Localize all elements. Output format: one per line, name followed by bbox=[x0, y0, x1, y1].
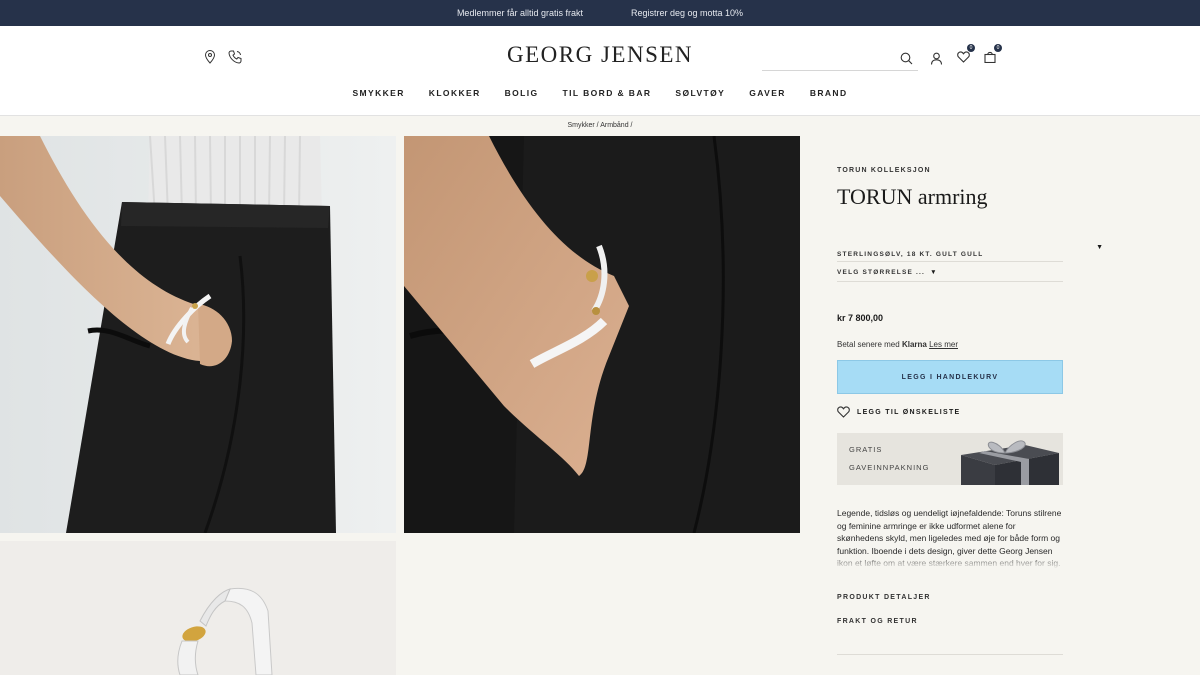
heart-icon bbox=[837, 406, 850, 418]
account-icon[interactable] bbox=[927, 49, 945, 67]
search-input[interactable] bbox=[762, 70, 918, 71]
product-image-model-closeup[interactable] bbox=[404, 136, 800, 533]
product-image-packshot[interactable] bbox=[0, 541, 396, 675]
nav-item-klokker[interactable]: KLOKKER bbox=[429, 88, 481, 98]
add-to-wishlist-button[interactable]: LEGG TIL ØNSKELISTE bbox=[837, 406, 1063, 418]
product-description: Legende, tidsløs og uendeligt iøjnefalde… bbox=[837, 508, 1063, 569]
product-title: TORUN armring bbox=[837, 184, 988, 209]
accordion-shipping-returns[interactable]: FRAKT OG RETUR bbox=[837, 618, 1063, 625]
klarna-info: Betal senere med Klarna Les mer bbox=[837, 340, 958, 349]
wishlist-icon[interactable]: 0 bbox=[954, 44, 975, 66]
product-image-model-side[interactable] bbox=[0, 136, 396, 533]
main-navigation: SMYKKER KLOKKER BOLIG TIL BORD & BAR SØL… bbox=[0, 88, 1200, 98]
nav-item-bolig[interactable]: BOLIG bbox=[505, 88, 539, 98]
brand-logo[interactable]: GEORG JENSEN bbox=[0, 42, 1200, 68]
gift-line-wrapping: GAVEINNPAKNING bbox=[849, 463, 930, 472]
size-selector[interactable]: VELG STØRRELSE ... ▼ bbox=[837, 269, 1063, 276]
gift-wrapping-banner[interactable]: GRATIS GAVEINNPAKNING bbox=[837, 433, 1063, 485]
add-to-cart-button[interactable]: LEGG I HANDLEKURV bbox=[837, 360, 1063, 394]
breadcrumb-smykker[interactable]: Smykker bbox=[567, 122, 594, 129]
nav-item-smykker[interactable]: SMYKKER bbox=[352, 88, 404, 98]
klarna-logo: Klarna bbox=[901, 340, 927, 349]
chevron-down-icon: ▼ bbox=[930, 269, 937, 276]
divider bbox=[837, 654, 1063, 655]
gift-line-free: GRATIS bbox=[849, 445, 883, 454]
accordion-product-details[interactable]: PRODUKT DETALJER bbox=[837, 594, 1063, 601]
divider bbox=[837, 261, 1063, 262]
product-info-panel: TORUN KOLLEKSJON TORUN armring STERLINGS… bbox=[837, 136, 1103, 655]
gift-box-image bbox=[961, 440, 1059, 485]
announcement-register[interactable]: Registrer deg og motta 10% bbox=[631, 8, 743, 18]
site-header: GEORG JENSEN 0 0 SMYKKER KLOKKER BOLIG T… bbox=[0, 26, 1200, 116]
cart-count-badge: 0 bbox=[994, 44, 1002, 52]
material-value: STERLINGSØLV, 18 KT. GULT GULL bbox=[837, 251, 984, 258]
divider bbox=[837, 281, 1063, 282]
collection-label[interactable]: TORUN KOLLEKSJON bbox=[837, 167, 1063, 174]
search-icon[interactable] bbox=[897, 49, 915, 67]
breadcrumb-armband[interactable]: Armbånd bbox=[600, 122, 628, 129]
wishlist-count-badge: 0 bbox=[967, 44, 975, 52]
size-label: VELG STØRRELSE ... bbox=[837, 269, 926, 276]
breadcrumb: Smykker / Armbånd / bbox=[567, 122, 633, 129]
announcement-bar: Medlemmer får alltid gratis frakt Regist… bbox=[0, 0, 1200, 26]
announcement-membership[interactable]: Medlemmer får alltid gratis frakt bbox=[457, 8, 583, 18]
chevron-down-icon: ▼ bbox=[1096, 244, 1103, 251]
klarna-read-more-link[interactable]: Les mer bbox=[929, 340, 958, 349]
nav-item-til-bord-bar[interactable]: TIL BORD & BAR bbox=[563, 88, 652, 98]
nav-item-solvtoy[interactable]: SØLVTØY bbox=[675, 88, 725, 98]
nav-item-gaver[interactable]: GAVER bbox=[749, 88, 786, 98]
nav-item-brand[interactable]: BRAND bbox=[810, 88, 848, 98]
product-price: kr 7 800,00 bbox=[837, 313, 884, 323]
cart-icon[interactable]: 0 bbox=[981, 44, 1002, 66]
material-selector[interactable]: STERLINGSØLV, 18 KT. GULT GULL ▼ bbox=[837, 243, 1103, 258]
